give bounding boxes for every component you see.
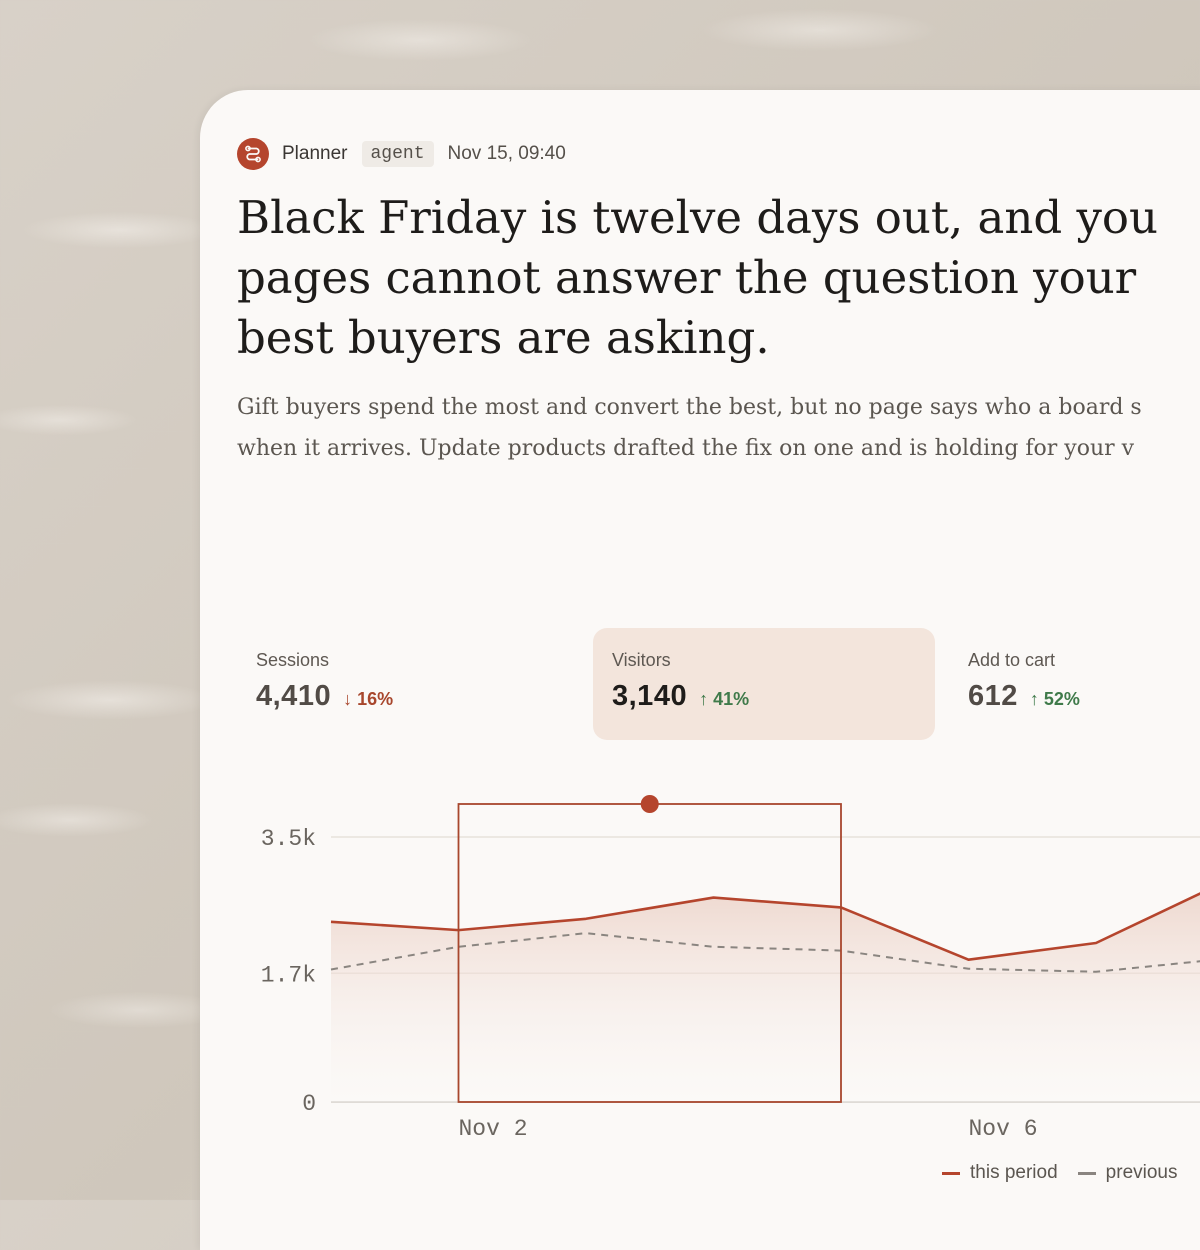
area-this-period	[331, 893, 1200, 1102]
summary-text: Gift buyers spend the most and convert t…	[237, 395, 1142, 461]
metric-label: Sessions	[256, 650, 330, 670]
chart-legend: this period previous	[942, 1162, 1198, 1184]
metric-sessions[interactable]: Sessions 4,410 ↓ 16%	[237, 628, 579, 740]
timestamp: Nov 15, 09:40	[447, 143, 566, 164]
legend-label: this period	[970, 1162, 1058, 1183]
headline: Black Friday is twelve days out, and you…	[237, 191, 1158, 364]
agent-message-card: Planner agent Nov 15, 09:40 Black Friday…	[200, 90, 1200, 1250]
arrow-up-icon: ↑	[1029, 689, 1039, 709]
legend-swatch-solid	[942, 1171, 960, 1175]
visitors-chart[interactable]: 0 1.7k 3.5k Nov 2 Nov 6	[200, 780, 1200, 1150]
agent-tag: agent	[361, 141, 434, 167]
route-icon	[237, 138, 269, 170]
metric-change: ↓ 16%	[343, 689, 394, 709]
author-name: Planner	[282, 143, 348, 164]
metric-label: Add to cart	[968, 650, 1056, 670]
metric-value: 3,140	[612, 680, 688, 712]
arrow-up-icon: ↑	[699, 689, 709, 709]
x-tick-label: Nov 2	[459, 1116, 528, 1142]
message-meta: Planner agent Nov 15, 09:40	[237, 137, 566, 171]
arrow-down-icon: ↓	[343, 689, 353, 709]
metric-label: Visitors	[612, 650, 671, 670]
metric-change: ↑ 52%	[1029, 689, 1080, 709]
metric-visitors[interactable]: Visitors 3,140 ↑ 41%	[593, 628, 935, 740]
x-tick-label: Nov 6	[969, 1116, 1038, 1142]
metric-value: 4,410	[256, 680, 332, 712]
y-tick-label: 1.7k	[261, 962, 316, 988]
metric-value: 612	[968, 680, 1018, 712]
legend-previous: previous	[1077, 1162, 1178, 1184]
legend-this-period: this period	[942, 1162, 1058, 1184]
metric-add-to-cart[interactable]: Add to cart 612 ↑ 52%	[949, 628, 1200, 740]
selection-handle	[640, 795, 659, 813]
metric-change: ↑ 41%	[699, 689, 750, 709]
legend-swatch-dashed	[1077, 1171, 1096, 1175]
y-tick-label: 3.5k	[261, 826, 316, 852]
y-tick-label: 0	[302, 1091, 316, 1117]
legend-label: previous	[1105, 1162, 1178, 1183]
